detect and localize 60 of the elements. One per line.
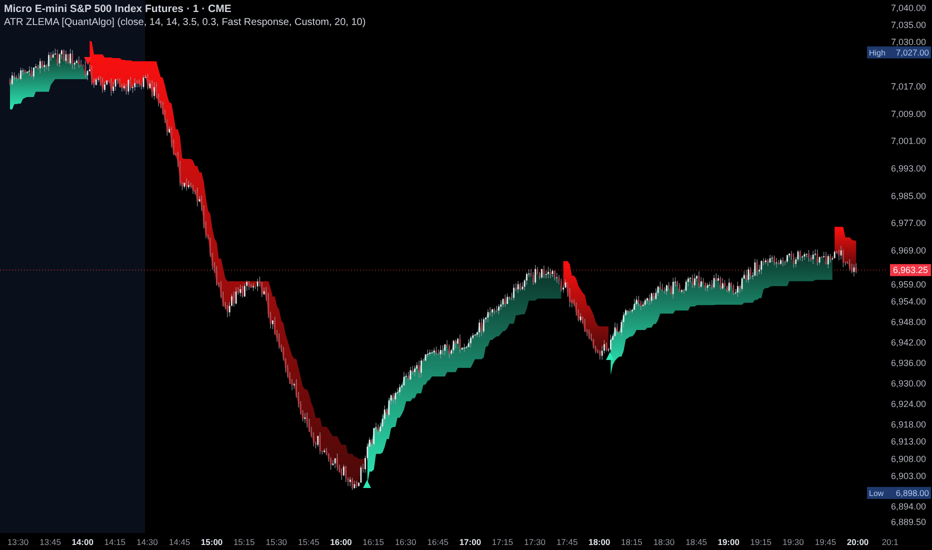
- price-label: 6,977.00: [890, 218, 926, 228]
- time-label: 17:30: [524, 537, 546, 547]
- time-label: 16:00: [330, 537, 352, 547]
- time-label: 15:30: [266, 537, 288, 547]
- price-label: 6,894.00: [890, 502, 926, 512]
- price-label: 6,985.00: [890, 190, 926, 201]
- symbol-title: Micro E-mini S&P 500 Index Futures · 1 · CME: [4, 3, 232, 15]
- indicator-legend: ATR ZLEMA [QuantAlgo] (close, 14, 14, 3.5, 0.3, Fast Response, Custom, 20, 10): [4, 17, 366, 28]
- price-label: 7,009.00: [890, 108, 926, 119]
- buy-signal-icon: [606, 352, 614, 360]
- price-label: 6,924.00: [890, 399, 926, 410]
- time-label: 16:45: [427, 537, 449, 547]
- price-label: 7,035.00: [890, 20, 926, 30]
- time-label: 15:45: [298, 537, 320, 547]
- time-label: 18:15: [621, 537, 642, 547]
- time-label: 15:15: [233, 537, 255, 547]
- time-label: 16:30: [394, 537, 416, 547]
- sell-signal-icon: [84, 57, 92, 65]
- time-label: 19:00: [718, 537, 740, 547]
- low-price-badge: Low 6,898.00: [867, 486, 931, 499]
- price-label: 6,903.00: [890, 470, 926, 481]
- price-label: 6,959.00: [890, 280, 926, 290]
- time-label: 18:45: [686, 537, 707, 547]
- time-label: 13:45: [40, 537, 61, 547]
- time-label: 14:15: [104, 537, 126, 547]
- time-label: 20:00: [846, 537, 869, 547]
- time-label: 14:45: [168, 537, 190, 547]
- buy-signal-icon: [363, 480, 371, 488]
- time-label: 17:00: [459, 537, 482, 547]
- time-label: 17:45: [556, 537, 578, 547]
- price-label: 6,908.00: [890, 454, 926, 464]
- trend-band: [834, 226, 856, 272]
- time-label: 14:00: [72, 537, 94, 547]
- high-price-badge: High 7,027.00: [867, 46, 931, 58]
- time-label: 15:00: [200, 537, 223, 547]
- price-label: 6,936.00: [890, 358, 926, 368]
- price-label: 7,017.00: [890, 82, 926, 92]
- price-label: 7,030.00: [890, 37, 926, 48]
- last-price-badge: 6,963.25: [890, 264, 931, 276]
- time-label: 18:30: [653, 537, 675, 547]
- price-label: 6,889.50: [890, 516, 926, 527]
- price-label: 6,913.00: [890, 436, 926, 447]
- price-label: 6,930.00: [890, 378, 926, 389]
- price-label: 6,948.00: [890, 317, 926, 328]
- price-label: 6,993.00: [890, 164, 926, 174]
- price-label: 6,954.00: [890, 296, 926, 307]
- price-label: 7,040.00: [890, 3, 926, 13]
- price-label: 6,918.00: [890, 420, 926, 430]
- time-label: 17:15: [492, 537, 514, 547]
- time-label: 19:15: [750, 537, 772, 547]
- time-label: 19:45: [814, 537, 836, 547]
- time-label: 16:15: [362, 537, 384, 547]
- price-label: 6,942.00: [890, 338, 926, 348]
- time-label: 18:00: [588, 537, 610, 547]
- price-label: 7,001.00: [890, 136, 926, 146]
- price-label: 6,969.00: [890, 245, 926, 256]
- time-label: 14:30: [136, 537, 158, 547]
- time-label: 19:30: [782, 537, 804, 547]
- time-label: 20:1: [882, 537, 898, 547]
- time-label: 13:30: [7, 537, 29, 547]
